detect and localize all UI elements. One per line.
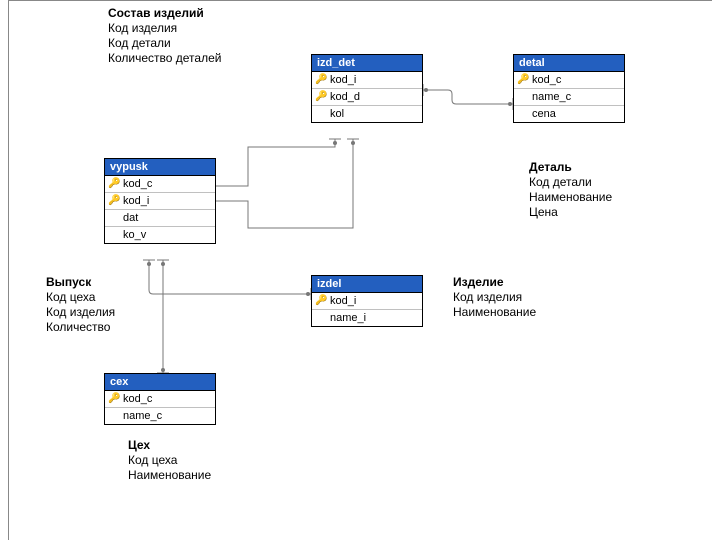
table-izdel[interactable]: izdel 🔑kod_i name_i [311, 275, 423, 327]
field-name: cena [532, 108, 556, 120]
field-name: kod_c [123, 393, 152, 405]
field-name: kod_d [330, 91, 360, 103]
key-icon: 🔑 [108, 393, 120, 405]
label-title: Цех [128, 438, 211, 453]
label-line: Цена [529, 205, 612, 220]
label-line: Код изделия [108, 21, 221, 36]
key-icon: 🔑 [315, 91, 327, 103]
label-sostav: Состав изделий Код изделия Код детали Ко… [108, 6, 221, 66]
field-name: kod_i [123, 195, 149, 207]
table-row[interactable]: kol [312, 106, 422, 122]
field-name: kod_c [532, 74, 561, 86]
table-row[interactable]: name_c [105, 408, 215, 424]
label-line: Код цеха [128, 453, 211, 468]
key-icon [517, 108, 529, 120]
label-title: Выпуск [46, 275, 115, 290]
table-detal[interactable]: detal 🔑kod_c name_c cena [513, 54, 625, 123]
label-title: Состав изделий [108, 6, 221, 21]
field-name: name_c [123, 410, 162, 422]
field-name: name_i [330, 312, 366, 324]
key-icon [315, 312, 327, 324]
table-header[interactable]: cex [105, 374, 215, 391]
label-line: Код изделия [453, 290, 536, 305]
field-name: ko_v [123, 229, 146, 241]
table-row[interactable]: 🔑kod_i [312, 293, 422, 310]
key-icon: 🔑 [315, 295, 327, 307]
label-line: Код детали [108, 36, 221, 51]
table-row[interactable]: 🔑kod_c [105, 176, 215, 193]
field-name: kod_c [123, 178, 152, 190]
table-vypusk[interactable]: vypusk 🔑kod_c 🔑kod_i dat ko_v [104, 158, 216, 244]
table-row[interactable]: ko_v [105, 227, 215, 243]
label-title: Деталь [529, 160, 612, 175]
label-title: Изделие [453, 275, 536, 290]
table-izd_det[interactable]: izd_det 🔑kod_i 🔑kod_d kol [311, 54, 423, 123]
field-name: kol [330, 108, 344, 120]
label-izdelie: Изделие Код изделия Наименование [453, 275, 536, 320]
key-icon [108, 212, 120, 224]
table-row[interactable]: dat [105, 210, 215, 227]
table-row[interactable]: cena [514, 106, 624, 122]
key-icon: 🔑 [517, 74, 529, 86]
table-header[interactable]: vypusk [105, 159, 215, 176]
table-row[interactable]: 🔑kod_i [105, 193, 215, 210]
key-icon: 🔑 [315, 74, 327, 86]
table-header[interactable]: izd_det [312, 55, 422, 72]
table-row[interactable]: name_i [312, 310, 422, 326]
key-icon [108, 410, 120, 422]
table-row[interactable]: name_c [514, 89, 624, 106]
key-icon [517, 91, 529, 103]
label-cex: Цех Код цеха Наименование [128, 438, 211, 483]
label-line: Код детали [529, 175, 612, 190]
table-row[interactable]: 🔑kod_c [514, 72, 624, 89]
label-detal: Деталь Код детали Наименование Цена [529, 160, 612, 220]
table-header[interactable]: izdel [312, 276, 422, 293]
field-name: kod_i [330, 295, 356, 307]
field-name: dat [123, 212, 138, 224]
key-icon: 🔑 [108, 195, 120, 207]
field-name: name_c [532, 91, 571, 103]
label-line: Наименование [128, 468, 211, 483]
label-line: Наименование [453, 305, 536, 320]
table-header[interactable]: detal [514, 55, 624, 72]
field-name: kod_i [330, 74, 356, 86]
table-row[interactable]: 🔑kod_d [312, 89, 422, 106]
label-line: Код цеха [46, 290, 115, 305]
table-row[interactable]: 🔑kod_c [105, 391, 215, 408]
key-icon [108, 229, 120, 241]
label-line: Количество [46, 320, 115, 335]
table-row[interactable]: 🔑kod_i [312, 72, 422, 89]
label-vypusk: Выпуск Код цеха Код изделия Количество [46, 275, 115, 335]
key-icon: 🔑 [108, 178, 120, 190]
key-icon [315, 108, 327, 120]
label-line: Код изделия [46, 305, 115, 320]
label-line: Количество деталей [108, 51, 221, 66]
label-line: Наименование [529, 190, 612, 205]
table-cex[interactable]: cex 🔑kod_c name_c [104, 373, 216, 425]
